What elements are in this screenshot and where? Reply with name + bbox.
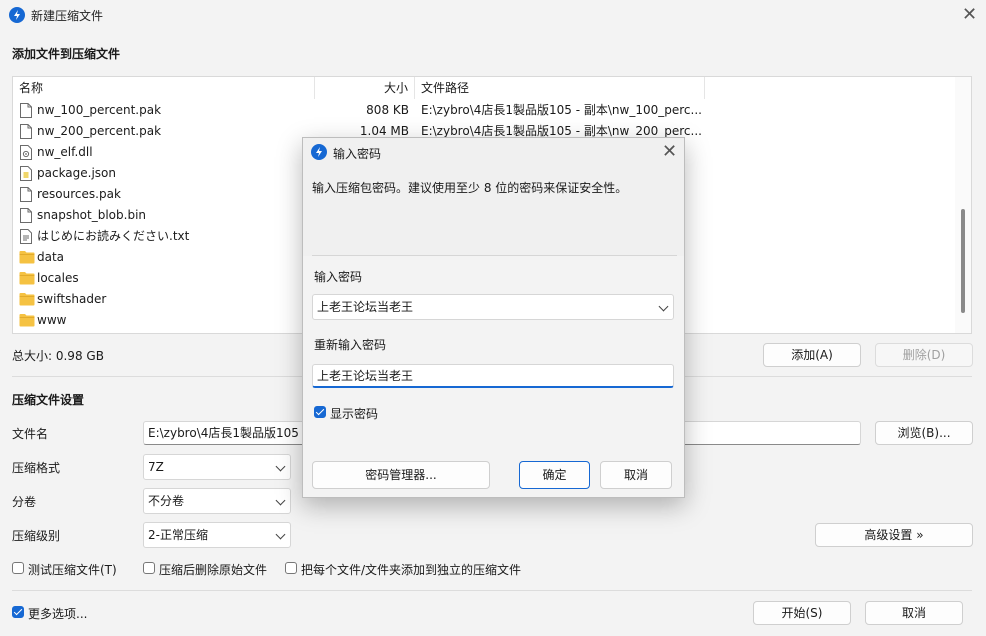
more-options-label[interactable]: 更多选项... (28, 605, 87, 622)
ok-button[interactable]: 确定 (519, 461, 590, 489)
file-name: はじめにお読みください.txt (37, 229, 190, 243)
close-icon[interactable]: ✕ (962, 6, 977, 24)
chevron-down-icon (275, 495, 286, 506)
table-row[interactable]: nw_100_percent.pak 808 KB E:\zybro\4店長1製品版… (13, 100, 953, 121)
filename-label: 文件名 (12, 427, 49, 441)
scrollbar[interactable] (955, 77, 971, 333)
settings-title: 压缩文件设置 (12, 393, 85, 407)
dialog-hint: 输入压缩包密码。建议使用至少 8 位的密码来保证安全性。 (312, 181, 628, 195)
split-value: 不分卷 (148, 494, 185, 508)
file-icon (19, 187, 33, 202)
level-select[interactable]: 2-正常压缩 (143, 522, 291, 548)
password-manager-button[interactable]: 密码管理器... (312, 461, 490, 489)
add-section-title: 添加文件到压缩文件 (12, 47, 121, 61)
chevron-down-icon (658, 301, 669, 312)
file-name: package.json (37, 166, 117, 180)
file-name: snapshot_blob.bin (37, 208, 147, 222)
password-value: 上老王论坛当老王 (317, 300, 414, 314)
column-header-path[interactable]: 文件路径 (415, 77, 705, 99)
file-name: nw_200_percent.pak (37, 124, 162, 138)
file-name: data (37, 250, 65, 264)
level-label: 压缩级别 (12, 529, 61, 543)
scrollbar-thumb[interactable] (961, 209, 965, 313)
browse-button[interactable]: 浏览(B)... (875, 421, 973, 445)
delete-after-checkbox[interactable] (143, 562, 155, 574)
format-label: 压缩格式 (12, 461, 61, 475)
file-icon (19, 124, 33, 139)
level-value: 2-正常压缩 (148, 528, 208, 542)
column-header-name[interactable]: 名称 (13, 77, 315, 99)
confirm-password-input[interactable]: 上老王论坛当老王 (312, 364, 674, 388)
dll-file-icon (19, 145, 33, 160)
chevron-down-icon (275, 529, 286, 540)
app-logo-icon (9, 7, 25, 23)
dialog-title: 输入密码 (333, 147, 382, 161)
file-name: nw_elf.dll (37, 145, 93, 159)
folder-icon (19, 313, 35, 328)
column-header-size[interactable]: 大小 (315, 77, 415, 99)
folder-icon (19, 250, 35, 265)
separate-archives-label[interactable]: 把每个文件/文件夹添加到独立的压缩文件 (301, 561, 521, 578)
file-icon (19, 103, 33, 118)
file-name: resources.pak (37, 187, 121, 201)
file-name: www (37, 313, 67, 327)
show-password-checkbox[interactable] (314, 406, 326, 418)
format-value: 7Z (148, 460, 164, 474)
divider (312, 255, 677, 256)
folder-icon (19, 292, 35, 307)
show-password-label[interactable]: 显示密码 (330, 405, 378, 422)
chevron-down-icon (275, 461, 286, 472)
password-label: 输入密码 (314, 270, 363, 284)
split-label: 分卷 (12, 495, 37, 509)
file-icon (19, 208, 33, 223)
test-archive-label[interactable]: 测试压缩文件(T) (28, 561, 117, 578)
folder-icon (19, 271, 35, 286)
file-name: swiftshader (37, 292, 107, 306)
remove-button[interactable]: 删除(D) (875, 343, 973, 367)
json-file-icon (19, 166, 33, 181)
dialog-cancel-button[interactable]: 取消 (600, 461, 672, 489)
more-options-checkbox[interactable] (12, 606, 24, 618)
delete-after-label[interactable]: 压缩后删除原始文件 (159, 561, 267, 578)
test-archive-checkbox[interactable] (12, 562, 24, 574)
title-bar: 新建压缩文件 ✕ (0, 0, 986, 30)
text-file-icon (19, 229, 33, 244)
file-name: locales (37, 271, 79, 285)
password-combobox[interactable]: 上老王论坛当老王 (312, 294, 674, 320)
file-size: 808 KB (366, 103, 409, 117)
cancel-button[interactable]: 取消 (865, 601, 963, 625)
confirm-password-label: 重新输入密码 (314, 338, 387, 352)
window-title: 新建压缩文件 (31, 9, 104, 23)
app-logo-icon (311, 144, 327, 160)
divider (12, 590, 972, 591)
password-dialog: 输入密码 ✕ 输入压缩包密码。建议使用至少 8 位的密码来保证安全性。 输入密码… (302, 137, 685, 498)
file-name: nw_100_percent.pak (37, 103, 162, 117)
add-button[interactable]: 添加(A) (763, 343, 861, 367)
file-path: E:\zybro\4店長1製品版105 - 副本\nw_100_perc... (421, 103, 702, 117)
total-size: 总大小: 0.98 GB (12, 349, 104, 363)
advanced-settings-button[interactable]: 高级设置 » (815, 523, 973, 547)
separate-archives-checkbox[interactable] (285, 562, 297, 574)
format-select[interactable]: 7Z (143, 454, 291, 480)
dialog-close-icon[interactable]: ✕ (662, 143, 677, 161)
split-select[interactable]: 不分卷 (143, 488, 291, 514)
start-button[interactable]: 开始(S) (753, 601, 851, 625)
